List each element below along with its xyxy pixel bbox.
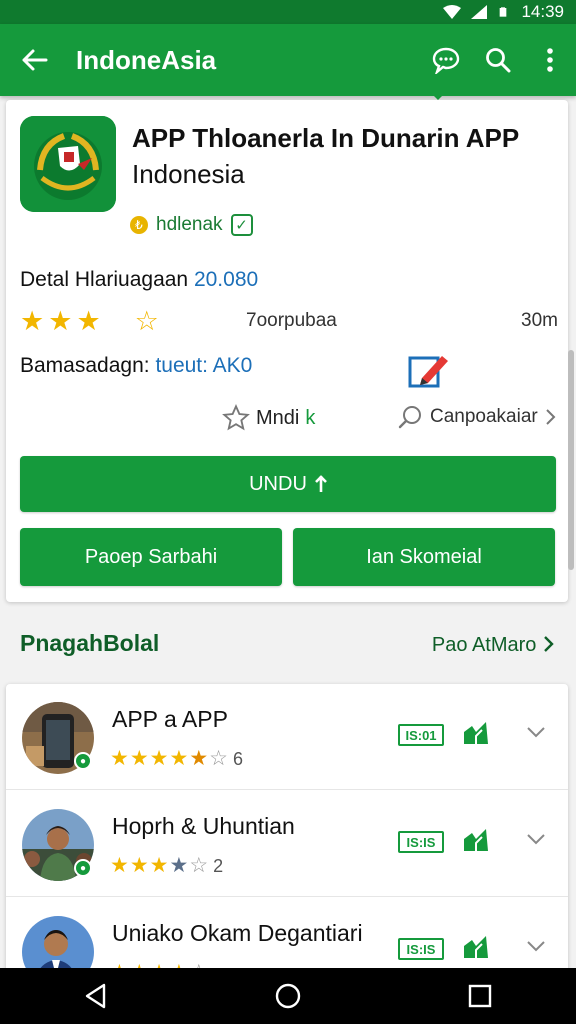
list-item-rating: ★★★★★☆ 6 — [110, 746, 243, 771]
chevron-down-icon[interactable] — [524, 720, 548, 744]
wifi-icon — [443, 5, 462, 19]
chat-bubble-icon — [432, 47, 460, 74]
square-recents-icon — [468, 984, 492, 1008]
android-badge-icon: ● — [74, 859, 92, 877]
trend-up-icon — [464, 722, 488, 744]
star-outline-icon: ☆ — [134, 306, 163, 336]
scrollbar[interactable] — [568, 350, 574, 570]
star-icon: ★★★★ — [110, 747, 190, 770]
list-item-tag: IS:IS — [398, 831, 444, 853]
overflow-menu-button[interactable] — [524, 24, 576, 96]
list-item-tag: IS:IS — [398, 938, 444, 960]
back-button[interactable] — [0, 24, 68, 96]
section-title: PnagahBolal — [20, 630, 160, 656]
star-icon: ★★★ — [110, 854, 170, 877]
system-nav-bar — [0, 968, 576, 1024]
app-logo — [20, 116, 116, 212]
star-icon: ★ — [76, 306, 105, 336]
avatar — [22, 916, 94, 974]
install-button[interactable]: UNDU — [20, 456, 556, 512]
star-outline-icon: ☆ — [209, 747, 229, 770]
chevron-down-icon[interactable] — [524, 827, 548, 851]
status-time: 14:39 — [521, 2, 564, 21]
coin-icon: ₺ — [130, 216, 148, 234]
app-bar-title: IndoneAsia — [76, 44, 217, 75]
person-photo-icon — [22, 916, 94, 974]
compare-button[interactable]: Canpoakaiar — [398, 404, 556, 430]
rating-caption: 7oorpubaa — [246, 310, 337, 331]
list-item-count: 6 — [232, 749, 243, 769]
app-detail-card: APP Thloanerla In Dunarin APP Indonesia … — [6, 100, 568, 602]
star-outline-icon — [222, 404, 250, 431]
search-icon — [486, 48, 511, 73]
list-item-count: 2 — [213, 856, 224, 876]
install-label: UNDU — [249, 472, 307, 495]
status-bar: 14:39 — [0, 0, 576, 24]
list-item[interactable]: ● APP a APP ★★★★★☆ 6 IS:01 — [6, 684, 568, 790]
app-name: APP Thloanerla In Dunarin APP Indonesia — [132, 120, 562, 192]
battery-icon — [500, 7, 507, 17]
nav-back-button[interactable] — [66, 968, 126, 1024]
search-icon — [398, 406, 421, 429]
secondary-left-button[interactable]: Paoep Sarbahi — [20, 528, 282, 586]
edit-icon[interactable] — [408, 350, 450, 390]
rating-row: ★★★ ☆ 7oorpubaa 30m — [20, 306, 560, 336]
star-outline-icon: ☆ — [189, 854, 210, 877]
list-item[interactable]: ● Hoprh & Uhuntian ★★★★☆ 2 IS:IS — [6, 791, 568, 897]
app-size: 30m — [521, 310, 558, 331]
triangle-back-icon — [85, 983, 106, 1009]
garuda-emblem-icon — [20, 116, 116, 212]
app-name-line1: APP Thloanerla In Dunarin APP — [132, 123, 520, 153]
star-half-icon: ★ — [169, 854, 190, 877]
menu-pointer — [430, 92, 446, 100]
app-bar: IndoneAsia — [0, 24, 576, 96]
list-item-title: Uniako Okam Degantiari — [112, 920, 363, 946]
nav-recents-button[interactable] — [450, 968, 510, 1024]
list-item-rating: ★★★★☆ 2 — [110, 853, 223, 878]
rating-stars: ★★★ ☆ — [20, 306, 163, 337]
chevron-right-icon — [544, 636, 554, 652]
signal-icon — [471, 5, 488, 19]
app-list: ● APP a APP ★★★★★☆ 6 IS:01 ● Hoprh & Uhun… — [6, 684, 568, 974]
list-item-title: Hoprh & Uhuntian — [112, 813, 295, 839]
download-icon — [314, 475, 327, 492]
detail-row: Detal Hlariuagaan 20.080 — [20, 268, 258, 292]
android-badge-icon: ● — [74, 752, 92, 770]
chevron-down-icon[interactable] — [524, 934, 548, 958]
see-more-link[interactable]: Pao AtMaro — [432, 634, 554, 657]
info-row: Bamasadagn: tueut: AK0 — [20, 354, 252, 378]
info-label: Bamasadagn: — [20, 354, 150, 377]
secondary-right-button[interactable]: Ian Skomeial — [293, 528, 555, 586]
chat-button[interactable] — [420, 24, 472, 96]
star-icon: ★ — [20, 306, 49, 336]
developer-row[interactable]: ₺ hdlenak ✓ — [130, 212, 253, 238]
see-more-label: Pao AtMaro — [431, 634, 537, 656]
compare-label: Canpoakaiar — [430, 406, 538, 427]
developer-name: hdlenak — [156, 214, 223, 235]
chevron-right-icon — [546, 409, 556, 425]
star-half-icon: ★ — [189, 747, 210, 770]
wishlist-suffix: k — [305, 406, 316, 429]
app-name-line2: Indonesia — [132, 159, 245, 189]
trend-up-icon — [464, 829, 488, 851]
list-item-tag: IS:01 — [398, 724, 444, 746]
verified-check-icon: ✓ — [230, 214, 253, 236]
list-item-title: APP a APP — [112, 706, 228, 732]
detail-label: Detal Hlariuagaan — [20, 268, 189, 291]
search-button[interactable] — [472, 24, 524, 96]
more-vertical-icon — [547, 48, 553, 72]
info-value: tueut: AK0 — [155, 354, 253, 377]
arrow-left-icon — [22, 49, 48, 71]
nav-home-button[interactable] — [258, 968, 318, 1024]
wishlist-button[interactable]: Mndi k — [222, 404, 315, 432]
detail-value: 20.080 — [193, 268, 259, 291]
trend-up-icon — [464, 936, 488, 958]
list-item[interactable]: Uniako Okam Degantiari ★★★★☆ IS:IS — [6, 898, 568, 974]
circle-home-icon — [275, 983, 301, 1009]
star-icon: ★ — [48, 306, 77, 336]
wishlist-label: Mndi — [256, 406, 300, 429]
